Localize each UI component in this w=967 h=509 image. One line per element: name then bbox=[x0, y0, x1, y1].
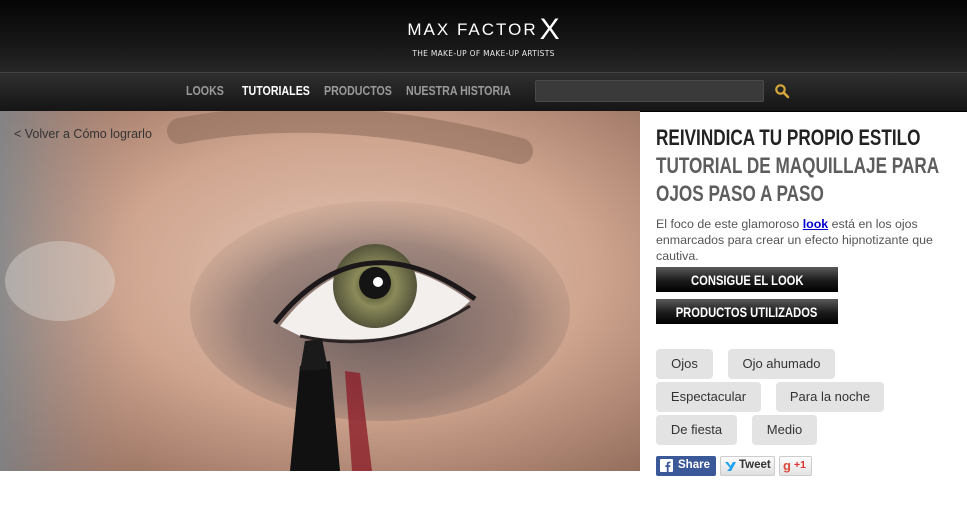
logo-x-mark: X bbox=[539, 13, 560, 46]
nav-item-productos[interactable]: PRODUCTOS bbox=[324, 83, 392, 98]
tag-espectacular[interactable]: Espectacular bbox=[656, 382, 761, 412]
site-header: MAX FACTORX THE MAKE-UP OF MAKE-UP ARTIS… bbox=[0, 0, 967, 72]
get-look-button[interactable]: CONSIGUE EL LOOK bbox=[656, 267, 838, 292]
logo-wordmark: MAX FACTORX bbox=[407, 13, 560, 46]
nav-item-tutoriales[interactable]: TUTORIALES bbox=[242, 83, 310, 98]
article-title-line2: TUTORIAL DE MAQUILLAJE PARA bbox=[656, 153, 940, 178]
products-used-button[interactable]: PRODUCTOS UTILIZADOS bbox=[656, 299, 838, 324]
facebook-icon bbox=[660, 459, 673, 472]
main-nav: LOOKS TUTORIALES PRODUCTOS NUESTRA HISTO… bbox=[0, 72, 967, 112]
brand-logo[interactable]: MAX FACTORX THE MAKE-UP OF MAKE-UP ARTIS… bbox=[0, 13, 967, 58]
eye-makeup-photo bbox=[0, 111, 640, 471]
facebook-share-button[interactable]: Share bbox=[656, 456, 716, 476]
twitter-tweet-button[interactable]: Tweet bbox=[720, 456, 775, 476]
nav-item-looks[interactable]: LOOKS bbox=[186, 83, 224, 98]
back-link[interactable]: < Volver a Cómo lograrlo bbox=[14, 127, 152, 141]
tag-ojos[interactable]: Ojos bbox=[656, 349, 713, 379]
article-title-line3: OJOS PASO A PASO bbox=[656, 181, 824, 206]
tag-de-fiesta[interactable]: De fiesta bbox=[656, 415, 737, 445]
article-panel: REIVINDICA TU PROPIO ESTILO TUTORIAL DE … bbox=[656, 124, 956, 324]
article-description: El foco de este glamoroso look está en l… bbox=[656, 217, 933, 263]
twitter-bird-icon bbox=[725, 462, 736, 471]
look-link[interactable]: look bbox=[803, 217, 828, 231]
google-plus-button[interactable]: g +1 bbox=[779, 456, 812, 476]
search-icon[interactable] bbox=[774, 83, 790, 99]
tutorial-hero-image bbox=[0, 111, 640, 471]
tag-para-la-noche[interactable]: Para la noche bbox=[776, 382, 884, 412]
nav-item-nuestra-historia[interactable]: NUESTRA HISTORIA bbox=[406, 83, 511, 98]
tag-ojo-ahumado[interactable]: Ojo ahumado bbox=[728, 349, 835, 379]
article-title-line1: REIVINDICA TU PROPIO ESTILO bbox=[656, 125, 921, 150]
search-input[interactable] bbox=[535, 80, 764, 102]
google-plus-icon: g bbox=[783, 458, 791, 473]
logo-tagline: THE MAKE-UP OF MAKE-UP ARTISTS bbox=[412, 49, 555, 58]
tag-medio[interactable]: Medio bbox=[752, 415, 817, 445]
